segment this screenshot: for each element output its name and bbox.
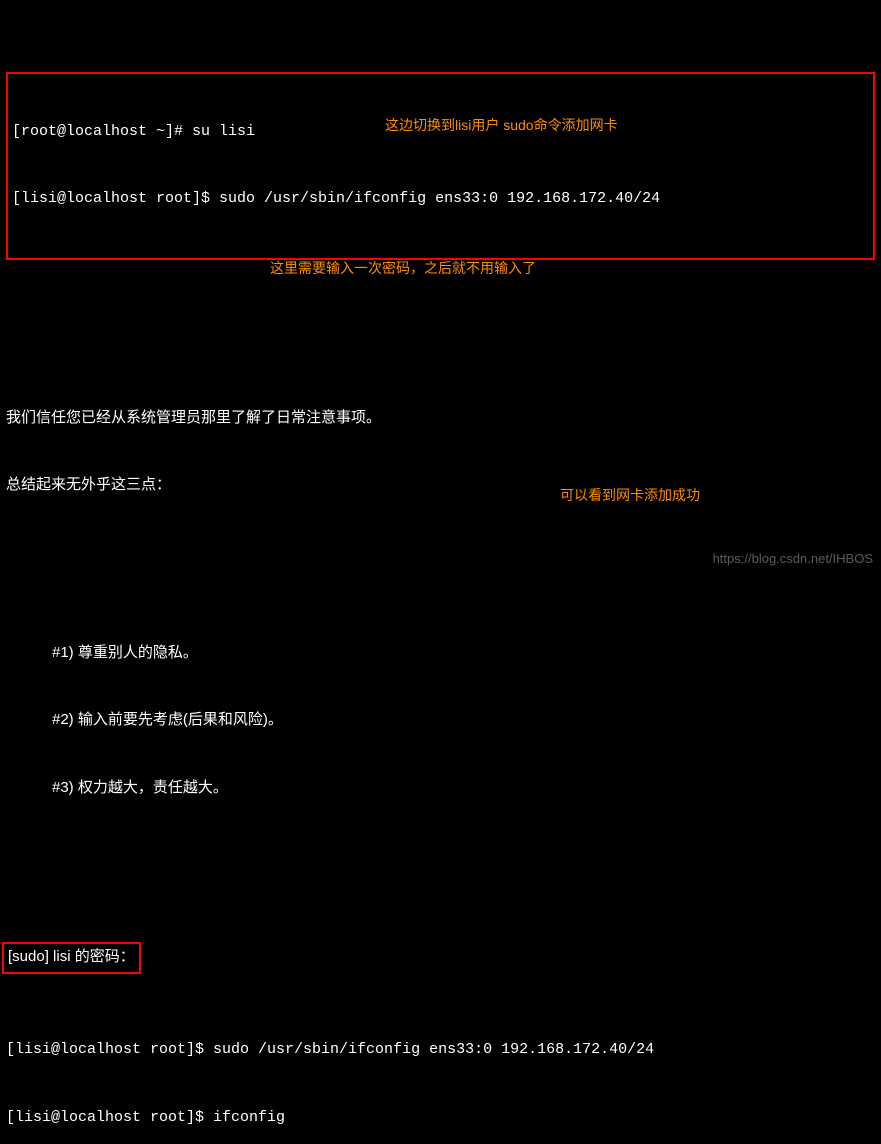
sudo-lecture-point1: #1) 尊重别人的隐私。 [6,642,875,665]
watermark: https://blog.csdn.net/IHBOS [713,549,873,569]
sudo-lecture-point3: #3) 权力越大，责任越大。 [6,777,875,800]
cmd-sudo-ifconfig-2: [lisi@localhost root]$ sudo /usr/sbin/if… [6,1039,875,1062]
annotation-success: 可以看到网卡添加成功 [560,485,700,506]
cmd-ifconfig: [lisi@localhost root]$ ifconfig [6,1107,875,1130]
sudo-lecture-point2: #2) 输入前要先考虑(后果和风险)。 [6,709,875,732]
highlight-box-commands: [root@localhost ~]# su lisi [lisi@localh… [6,72,875,260]
sudo-password-prompt: [sudo] lisi 的密码： [8,948,135,965]
sudo-lecture-1: 我们信任您已经从系统管理员那里了解了日常注意事项。 [6,407,875,430]
highlight-box-password: [sudo] lisi 的密码： [2,942,141,974]
sudo-lecture-2: 总结起来无外乎这三点： [6,474,875,497]
annotation-switch-user: 这边切换到lisi用户 sudo命令添加网卡 [385,115,618,136]
annotation-password: 这里需要输入一次密码，之后就不用输入了 [270,258,536,279]
cmd-sudo-ifconfig: [lisi@localhost root]$ sudo /usr/sbin/if… [12,188,869,211]
sudo-password-row: [sudo] lisi 的密码： [6,944,875,972]
terminal-output: [root@localhost ~]# su lisi [lisi@localh… [6,4,875,1144]
